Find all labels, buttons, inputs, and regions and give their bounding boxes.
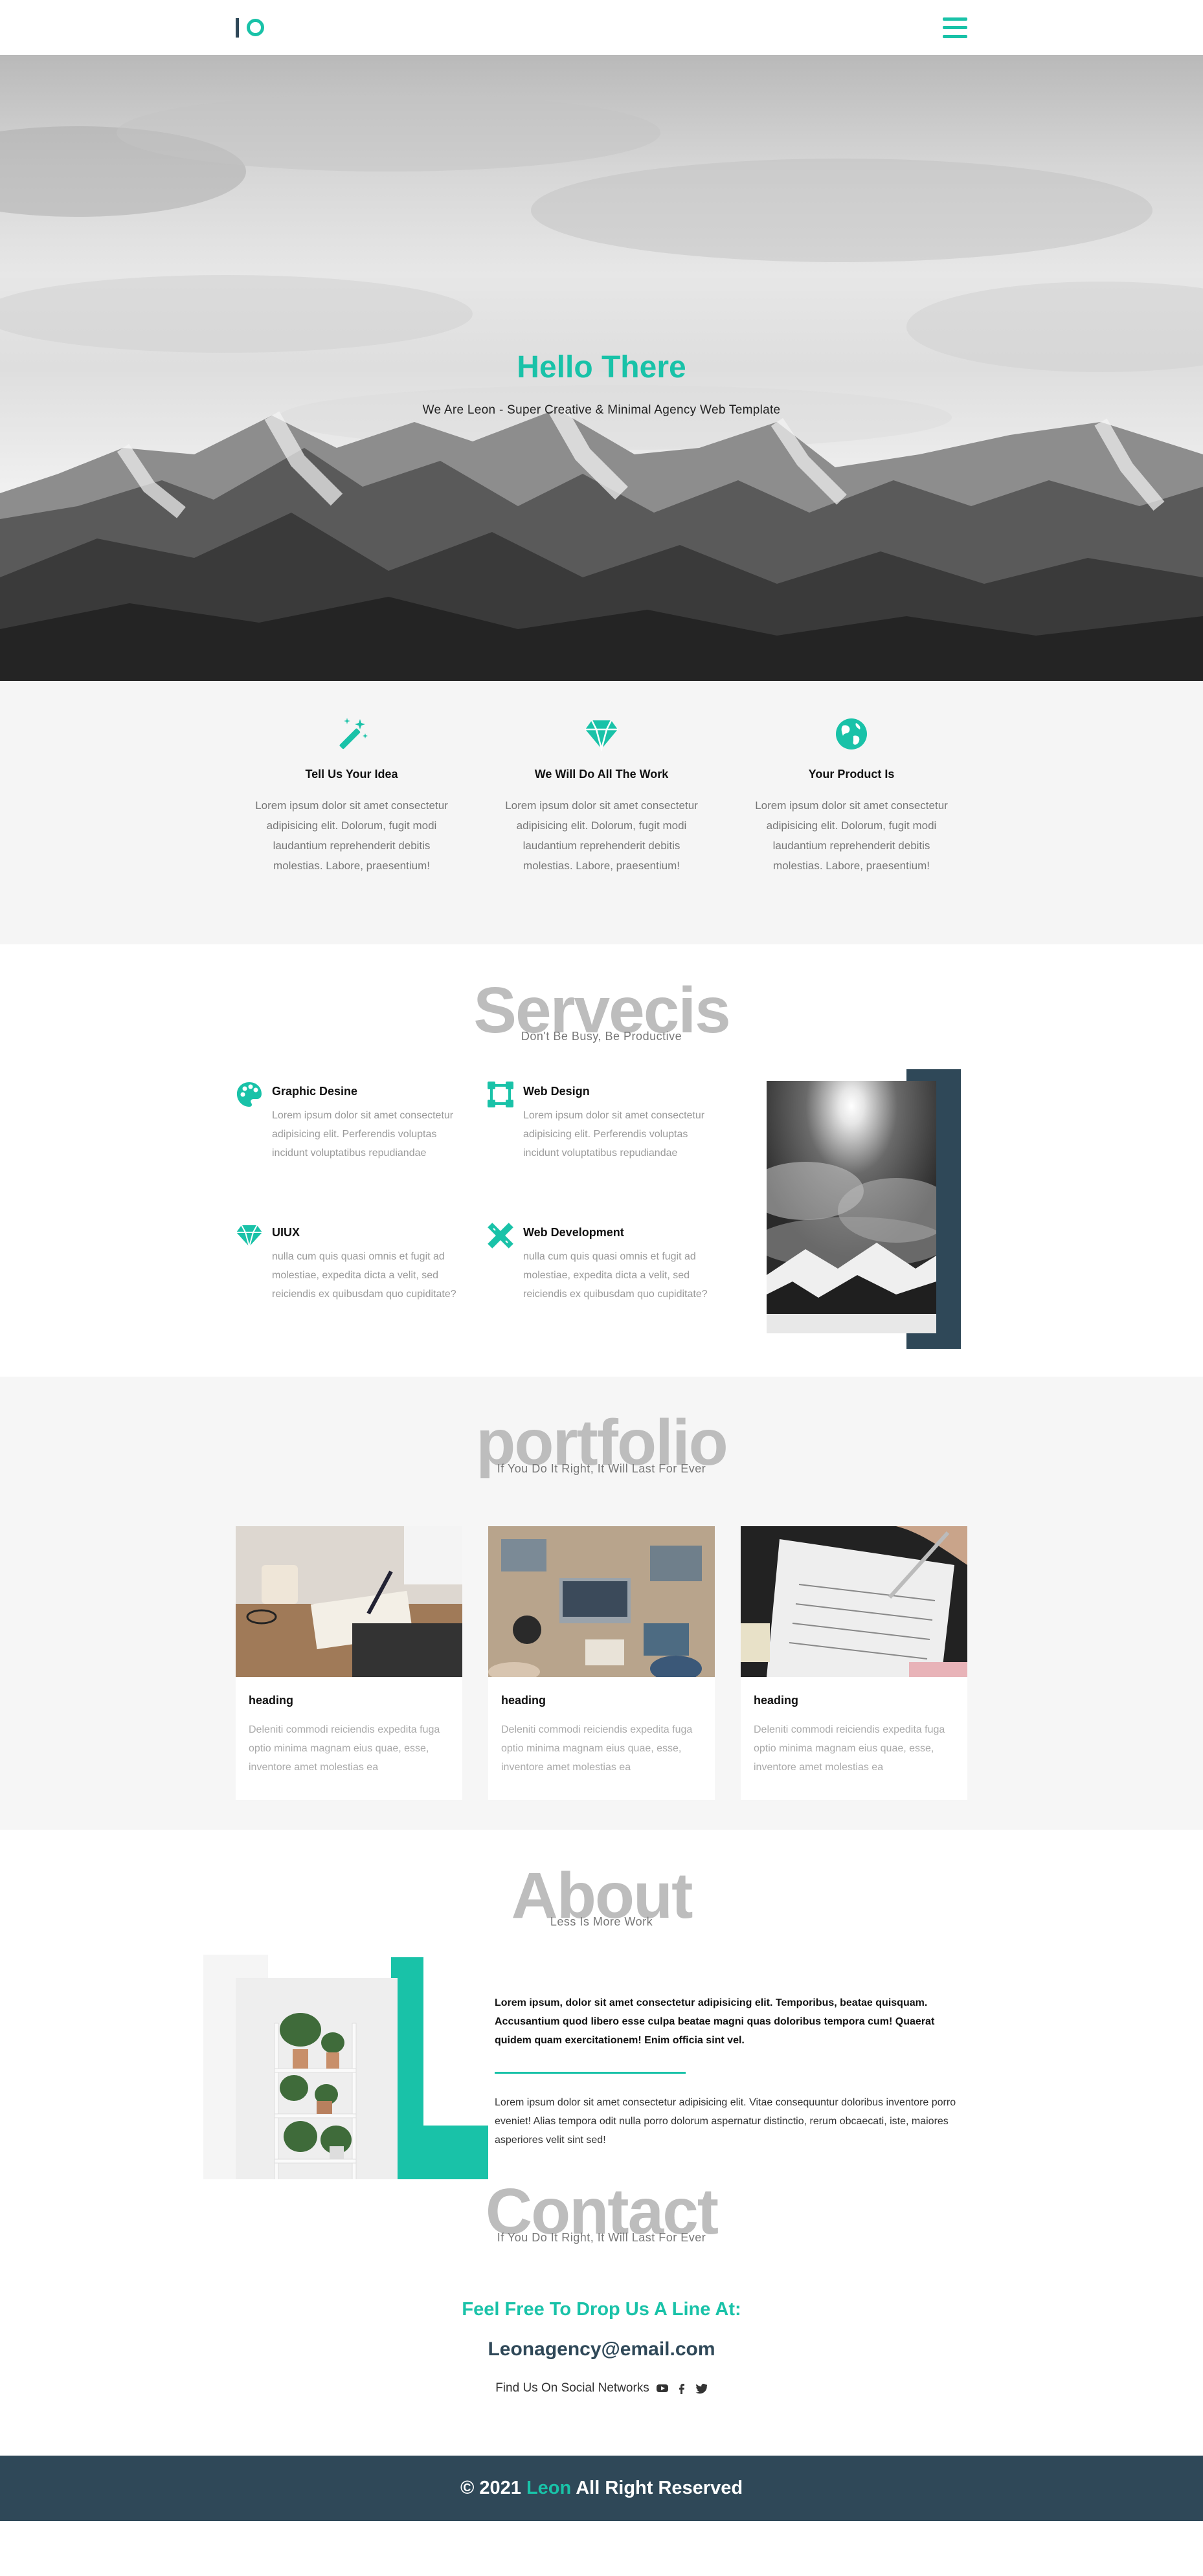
card-heading: heading (249, 1694, 294, 1707)
contact-subtitle: If You Do It Right, It Will Last For Eve… (497, 2231, 706, 2244)
mountain-range-image (0, 409, 1203, 681)
diamond-icon (585, 720, 618, 752)
contact-section: Contact If You Do It Right, It Will Last… (0, 2179, 1203, 2456)
magic-wand-icon (339, 718, 368, 749)
about-section: About Less Is More Work Lorem ipsum, dol… (0, 1830, 1203, 2245)
feature-title: Your Product Is (808, 768, 895, 781)
site-header (0, 0, 1203, 55)
feature-item: We Will Do All The Work Lorem ipsum dolo… (501, 716, 702, 876)
copyright-text: © 2021 Leon All Right Reserved (460, 2478, 743, 2499)
diamond-icon (236, 1225, 262, 1249)
services-section: Servecis Don't Be Busy, Be Productive Gr… (0, 944, 1203, 1377)
feature-item: Tell Us Your Idea Lorem ipsum dolor sit … (251, 716, 452, 876)
services-photo-frame (767, 1069, 961, 1349)
service-item: Graphic Desine Lorem ipsum dolor sit ame… (236, 1081, 487, 1162)
card-image-teamwork (488, 1526, 715, 1677)
feature-title: We Will Do All The Work (534, 768, 669, 781)
service-text: nulla cum quis quasi omnis et fugit ad m… (272, 1251, 456, 1300)
hero-title: Hello There (517, 350, 686, 384)
card-text: Deleniti commodi reiciendis expedita fug… (249, 1724, 440, 1773)
social-label: Find Us On Social Networks (495, 2381, 649, 2395)
feature-text: Lorem ipsum dolor sit amet consectetur a… (755, 799, 948, 872)
service-item: Web Design Lorem ipsum dolor sit amet co… (487, 1081, 738, 1162)
copyright-suffix: All Right Reserved (576, 2478, 743, 2498)
palette-icon (236, 1082, 262, 1107)
site-footer: © 2021 Leon All Right Reserved (0, 2456, 1203, 2521)
services-subtitle: Don't Be Busy, Be Productive (521, 1030, 682, 1043)
portfolio-card[interactable]: heading Deleniti commodi reiciendis expe… (741, 1526, 967, 1800)
card-image-form (741, 1526, 967, 1677)
feature-text: Lorem ipsum dolor sit amet consectetur a… (505, 799, 698, 872)
about-bold-paragraph: Lorem ipsum, dolor sit amet consectetur … (495, 1997, 935, 2046)
service-title: UIUX (272, 1226, 300, 1239)
service-title: Web Development (523, 1226, 624, 1239)
contact-email-link[interactable]: Leonagency@email.com (236, 2338, 967, 2360)
twitter-icon[interactable] (695, 2382, 708, 2395)
features-section: Tell Us Your Idea Lorem ipsum dolor sit … (0, 681, 1203, 944)
feature-item: Your Product Is Lorem ipsum dolor sit am… (751, 716, 952, 876)
service-text: nulla cum quis quasi omnis et fugit ad m… (523, 1251, 708, 1300)
service-item: UIUX nulla cum quis quasi omnis et fugit… (236, 1222, 487, 1304)
facebook-icon[interactable] (675, 2382, 688, 2395)
service-text: Lorem ipsum dolor sit amet consectetur a… (272, 1110, 454, 1159)
hero-section: Hello There We Are Leon - Super Creative… (0, 55, 1203, 681)
about-subtitle: Less Is More Work (550, 1915, 653, 1928)
about-divider (495, 2072, 686, 2074)
logo-mark-icon[interactable] (236, 17, 264, 38)
sun-mountain-photo (767, 1081, 936, 1333)
card-text: Deleniti commodi reiciendis expedita fug… (501, 1724, 693, 1773)
portfolio-card[interactable]: heading Deleniti commodi reiciendis expe… (488, 1526, 715, 1800)
portfolio-section: portfolio If You Do It Right, It Will La… (0, 1377, 1203, 1830)
hamburger-menu-icon[interactable] (943, 17, 967, 38)
card-image-writing (236, 1526, 462, 1677)
pencil-ruler-icon (488, 1223, 513, 1249)
service-title: Graphic Desine (272, 1085, 358, 1098)
vector-square-icon (488, 1082, 513, 1107)
feature-title: Tell Us Your Idea (305, 768, 398, 781)
copyright-prefix: © 2021 (460, 2478, 521, 2498)
service-text: Lorem ipsum dolor sit amet consectetur a… (523, 1110, 705, 1159)
service-item: Web Development nulla cum quis quasi omn… (487, 1222, 738, 1304)
globe-icon (836, 718, 867, 749)
about-paragraph: Lorem ipsum dolor sit amet consectetur a… (495, 2097, 956, 2146)
footer-brand[interactable]: Leon (526, 2478, 571, 2498)
feature-text: Lorem ipsum dolor sit amet consectetur a… (255, 799, 448, 872)
social-links: Find Us On Social Networks (236, 2381, 967, 2395)
card-text: Deleniti commodi reiciendis expedita fug… (754, 1724, 945, 1773)
youtube-icon[interactable] (656, 2382, 669, 2395)
service-title: Web Design (523, 1085, 590, 1098)
portfolio-card[interactable]: heading Deleniti commodi reiciendis expe… (236, 1526, 462, 1800)
hero-subtitle: We Are Leon - Super Creative & Minimal A… (422, 403, 781, 417)
card-heading: heading (754, 1694, 799, 1707)
contact-drop-line: Feel Free To Drop Us A Line At: (462, 2299, 741, 2320)
portfolio-subtitle: If You Do It Right, It Will Last For Eve… (497, 1462, 706, 1475)
card-heading: heading (501, 1694, 546, 1707)
